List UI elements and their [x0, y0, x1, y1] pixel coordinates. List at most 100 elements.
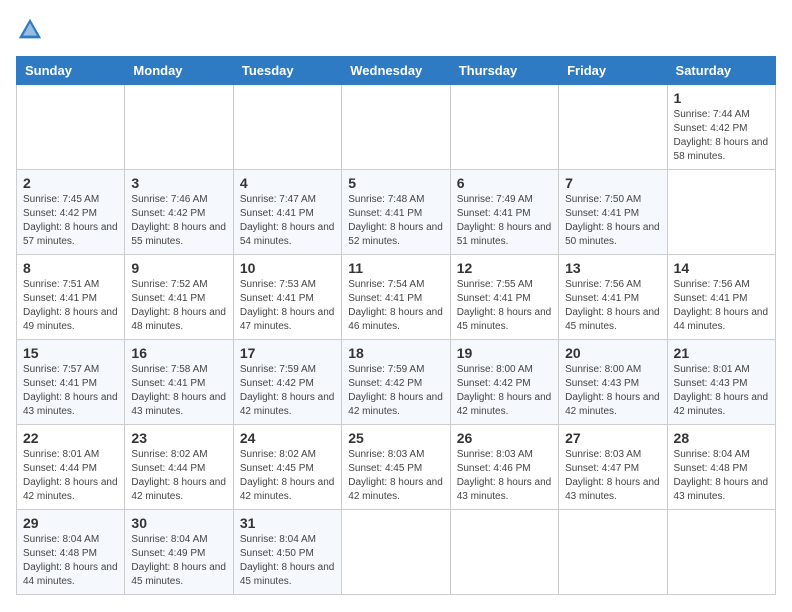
cell-details: Sunrise: 7:58 AMSunset: 4:41 PMDaylight:… — [131, 364, 226, 417]
page-header — [16, 16, 776, 44]
day-number: 23 — [131, 430, 226, 446]
calendar-header-thursday: Thursday — [450, 57, 558, 85]
day-number: 18 — [348, 345, 443, 361]
cell-details: Sunrise: 7:54 AMSunset: 4:41 PMDaylight:… — [348, 279, 443, 332]
calendar-cell: 17Sunrise: 7:59 AMSunset: 4:42 PMDayligh… — [233, 340, 341, 425]
empty-cell — [450, 85, 558, 170]
calendar-header-monday: Monday — [125, 57, 233, 85]
calendar-cell: 11 Sunrise: 7:54 AMSunset: 4:41 PMDayligh… — [342, 255, 450, 340]
day-number: 6 — [457, 175, 552, 191]
day-number: 14 — [674, 260, 769, 276]
cell-details: Sunrise: 7:55 AMSunset: 4:41 PMDaylight:… — [457, 279, 552, 332]
calendar-cell — [450, 510, 558, 595]
calendar-row: 2 Sunrise: 7:45 AMSunset: 4:42 PMDaylight… — [17, 170, 776, 255]
calendar-row: 29 Sunrise: 8:04 AMSunset: 4:48 PMDayligh… — [17, 510, 776, 595]
calendar-cell: 13 Sunrise: 7:56 AMSunset: 4:41 PMDayligh… — [559, 255, 667, 340]
day-number: 28 — [674, 430, 769, 446]
calendar-cell — [559, 510, 667, 595]
cell-details: Sunrise: 8:03 AMSunset: 4:46 PMDaylight:… — [457, 449, 552, 502]
day-number: 15 — [23, 345, 118, 361]
day-number: 19 — [457, 345, 552, 361]
day-number: 4 — [240, 175, 335, 191]
cell-details: Sunrise: 7:56 AMSunset: 4:41 PMDaylight:… — [674, 279, 769, 332]
calendar-row: 15Sunrise: 7:57 AMSunset: 4:41 PMDayligh… — [17, 340, 776, 425]
cell-details: Sunrise: 7:52 AMSunset: 4:41 PMDaylight:… — [131, 279, 226, 332]
cell-details: Sunrise: 7:59 AMSunset: 4:42 PMDaylight:… — [348, 364, 443, 417]
calendar-header-saturday: Saturday — [667, 57, 775, 85]
calendar-cell: 24Sunrise: 8:02 AMSunset: 4:45 PMDayligh… — [233, 425, 341, 510]
day-number: 9 — [131, 260, 226, 276]
calendar-cell: 28 Sunrise: 8:04 AMSunset: 4:48 PMDayligh… — [667, 425, 775, 510]
calendar-header-row: SundayMondayTuesdayWednesdayThursdayFrid… — [17, 57, 776, 85]
calendar-cell: 20 Sunrise: 8:00 AMSunset: 4:43 PMDayligh… — [559, 340, 667, 425]
cell-details: Sunrise: 8:03 AMSunset: 4:45 PMDaylight:… — [348, 449, 443, 502]
calendar-cell: 5Sunrise: 7:48 AMSunset: 4:41 PMDaylight… — [342, 170, 450, 255]
cell-details: Sunrise: 7:59 AMSunset: 4:42 PMDaylight:… — [240, 364, 335, 417]
empty-cell — [233, 85, 341, 170]
calendar-cell: 18 Sunrise: 7:59 AMSunset: 4:42 PMDayligh… — [342, 340, 450, 425]
day-number: 29 — [23, 515, 118, 531]
calendar-cell: 7 Sunrise: 7:50 AMSunset: 4:41 PMDaylight… — [559, 170, 667, 255]
calendar-cell: 22Sunrise: 8:01 AMSunset: 4:44 PMDayligh… — [17, 425, 125, 510]
logo-icon — [16, 16, 44, 44]
day-number: 1 — [674, 90, 769, 106]
cell-details: Sunrise: 8:00 AMSunset: 4:43 PMDaylight:… — [565, 364, 660, 417]
cell-details: Sunrise: 8:04 AMSunset: 4:48 PMDaylight:… — [23, 534, 118, 587]
calendar-cell: 21Sunrise: 8:01 AMSunset: 4:43 PMDayligh… — [667, 340, 775, 425]
cell-details: Sunrise: 7:53 AMSunset: 4:41 PMDaylight:… — [240, 279, 335, 332]
calendar-cell — [667, 510, 775, 595]
day-number: 10 — [240, 260, 335, 276]
calendar-header-sunday: Sunday — [17, 57, 125, 85]
cell-details: Sunrise: 7:48 AMSunset: 4:41 PMDaylight:… — [348, 194, 443, 247]
calendar-cell — [667, 170, 775, 255]
calendar-cell: 2 Sunrise: 7:45 AMSunset: 4:42 PMDaylight… — [17, 170, 125, 255]
calendar-cell: 29 Sunrise: 8:04 AMSunset: 4:48 PMDayligh… — [17, 510, 125, 595]
day-number: 21 — [674, 345, 769, 361]
calendar-cell: 15Sunrise: 7:57 AMSunset: 4:41 PMDayligh… — [17, 340, 125, 425]
day-number: 24 — [240, 430, 335, 446]
calendar-cell: 30Sunrise: 8:04 AMSunset: 4:49 PMDayligh… — [125, 510, 233, 595]
day-number: 20 — [565, 345, 660, 361]
logo — [16, 16, 48, 44]
day-number: 13 — [565, 260, 660, 276]
calendar-row: 22Sunrise: 8:01 AMSunset: 4:44 PMDayligh… — [17, 425, 776, 510]
calendar-cell: 1 Sunrise: 7:44 AMSunset: 4:42 PMDaylight… — [667, 85, 775, 170]
calendar-cell: 23Sunrise: 8:02 AMSunset: 4:44 PMDayligh… — [125, 425, 233, 510]
calendar-cell: 25 Sunrise: 8:03 AMSunset: 4:45 PMDayligh… — [342, 425, 450, 510]
cell-details: Sunrise: 7:50 AMSunset: 4:41 PMDaylight:… — [565, 194, 660, 247]
cell-details: Sunrise: 7:56 AMSunset: 4:41 PMDaylight:… — [565, 279, 660, 332]
calendar-cell: 9 Sunrise: 7:52 AMSunset: 4:41 PMDaylight… — [125, 255, 233, 340]
cell-details: Sunrise: 8:01 AMSunset: 4:44 PMDaylight:… — [23, 449, 118, 502]
day-number: 25 — [348, 430, 443, 446]
day-number: 31 — [240, 515, 335, 531]
cell-details: Sunrise: 8:04 AMSunset: 4:48 PMDaylight:… — [674, 449, 769, 502]
calendar-cell: 26 Sunrise: 8:03 AMSunset: 4:46 PMDayligh… — [450, 425, 558, 510]
calendar-header-tuesday: Tuesday — [233, 57, 341, 85]
day-number: 7 — [565, 175, 660, 191]
calendar-header-friday: Friday — [559, 57, 667, 85]
calendar-row: 8 Sunrise: 7:51 AMSunset: 4:41 PMDaylight… — [17, 255, 776, 340]
calendar-header-wednesday: Wednesday — [342, 57, 450, 85]
cell-details: Sunrise: 7:46 AMSunset: 4:42 PMDaylight:… — [131, 194, 226, 247]
calendar-cell: 19 Sunrise: 8:00 AMSunset: 4:42 PMDayligh… — [450, 340, 558, 425]
day-number: 3 — [131, 175, 226, 191]
cell-details: Sunrise: 7:45 AMSunset: 4:42 PMDaylight:… — [23, 194, 118, 247]
day-number: 30 — [131, 515, 226, 531]
cell-details: Sunrise: 8:00 AMSunset: 4:42 PMDaylight:… — [457, 364, 552, 417]
day-number: 16 — [131, 345, 226, 361]
cell-details: Sunrise: 8:03 AMSunset: 4:47 PMDaylight:… — [565, 449, 660, 502]
cell-details: Sunrise: 7:51 AMSunset: 4:41 PMDaylight:… — [23, 279, 118, 332]
calendar-cell: 8 Sunrise: 7:51 AMSunset: 4:41 PMDaylight… — [17, 255, 125, 340]
day-number: 11 — [348, 260, 443, 276]
calendar-row: 1 Sunrise: 7:44 AMSunset: 4:42 PMDaylight… — [17, 85, 776, 170]
empty-cell — [17, 85, 125, 170]
cell-details: Sunrise: 8:04 AMSunset: 4:50 PMDaylight:… — [240, 534, 335, 587]
calendar-cell: 10 Sunrise: 7:53 AMSunset: 4:41 PMDayligh… — [233, 255, 341, 340]
day-number: 2 — [23, 175, 118, 191]
empty-cell — [125, 85, 233, 170]
day-number: 26 — [457, 430, 552, 446]
calendar-cell: 16 Sunrise: 7:58 AMSunset: 4:41 PMDayligh… — [125, 340, 233, 425]
day-number: 8 — [23, 260, 118, 276]
calendar-table: SundayMondayTuesdayWednesdayThursdayFrid… — [16, 56, 776, 595]
cell-details: Sunrise: 7:44 AMSunset: 4:42 PMDaylight:… — [674, 109, 769, 162]
